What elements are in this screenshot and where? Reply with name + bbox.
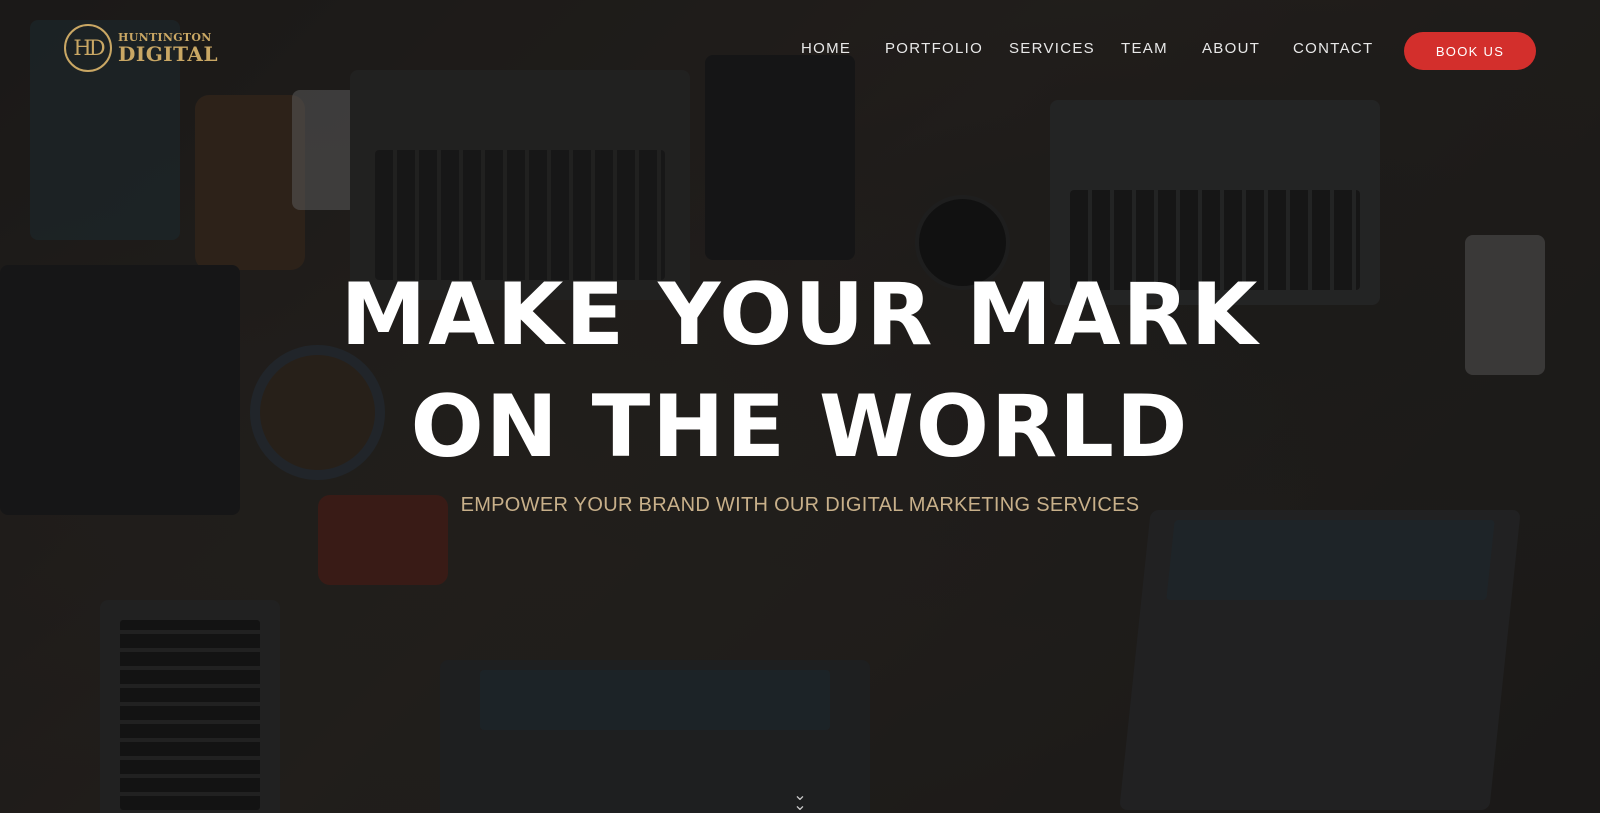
book-us-button[interactable]: BOOK US (1404, 32, 1536, 70)
nav-about-link[interactable]: ABOUT (1202, 40, 1260, 57)
nav-portfolio-link[interactable]: PORTFOLIO (885, 40, 983, 57)
double-chevron-down-icon[interactable]: ⌄ ⌄ (790, 787, 810, 813)
hero-tagline: EMPOWER YOUR BRAND WITH OUR DIGITAL MARK… (460, 494, 1140, 516)
nav-team-link[interactable]: TEAM (1121, 40, 1168, 57)
main-navigation: HOME PORTFOLIO SERVICES TEAM ABOUT CONTA… (0, 40, 1600, 60)
nav-home-link[interactable]: HOME (801, 40, 851, 57)
hero-headline-line-2: ON THE WORLD (410, 377, 1190, 477)
nav-contact-link[interactable]: CONTACT (1293, 40, 1373, 57)
nav-services-link[interactable]: SERVICES (1009, 40, 1095, 57)
hero-headline: MAKE YOUR MARK ON THE WORLD (0, 272, 1600, 470)
hero-headline-line-1: MAKE YOUR MARK (340, 265, 1260, 365)
